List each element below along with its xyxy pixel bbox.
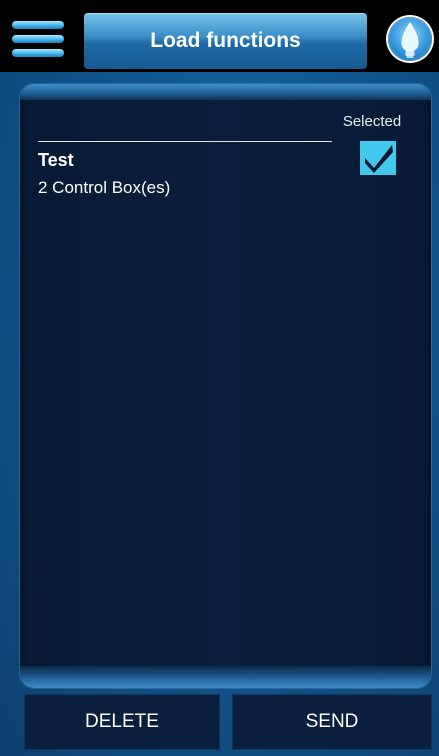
title-button[interactable]: Load functions xyxy=(84,13,367,69)
list-item-title[interactable]: Test xyxy=(38,150,74,171)
menu-bar-line xyxy=(12,21,64,29)
panel-top-border xyxy=(20,84,431,100)
light-button[interactable] xyxy=(388,17,432,61)
app-screen: Load functions Selected Test 2 Control B… xyxy=(0,0,439,756)
list-item-checkbox[interactable] xyxy=(360,141,396,175)
page-title: Load functions xyxy=(150,29,301,52)
selected-column-header: Selected xyxy=(342,113,402,130)
list-divider xyxy=(38,141,332,142)
menu-bar-line xyxy=(12,49,64,57)
panel-bottom-border xyxy=(20,666,431,688)
delete-button[interactable]: DELETE xyxy=(24,694,220,750)
header-bar: Load functions xyxy=(0,0,439,72)
checkmark-icon xyxy=(365,145,393,173)
list-item-subtitle: 2 Control Box(es) xyxy=(38,178,171,197)
send-button[interactable]: SEND xyxy=(232,694,432,750)
menu-button[interactable] xyxy=(12,21,64,57)
menu-bar-line xyxy=(12,35,64,43)
light-bulb-icon xyxy=(401,22,419,58)
